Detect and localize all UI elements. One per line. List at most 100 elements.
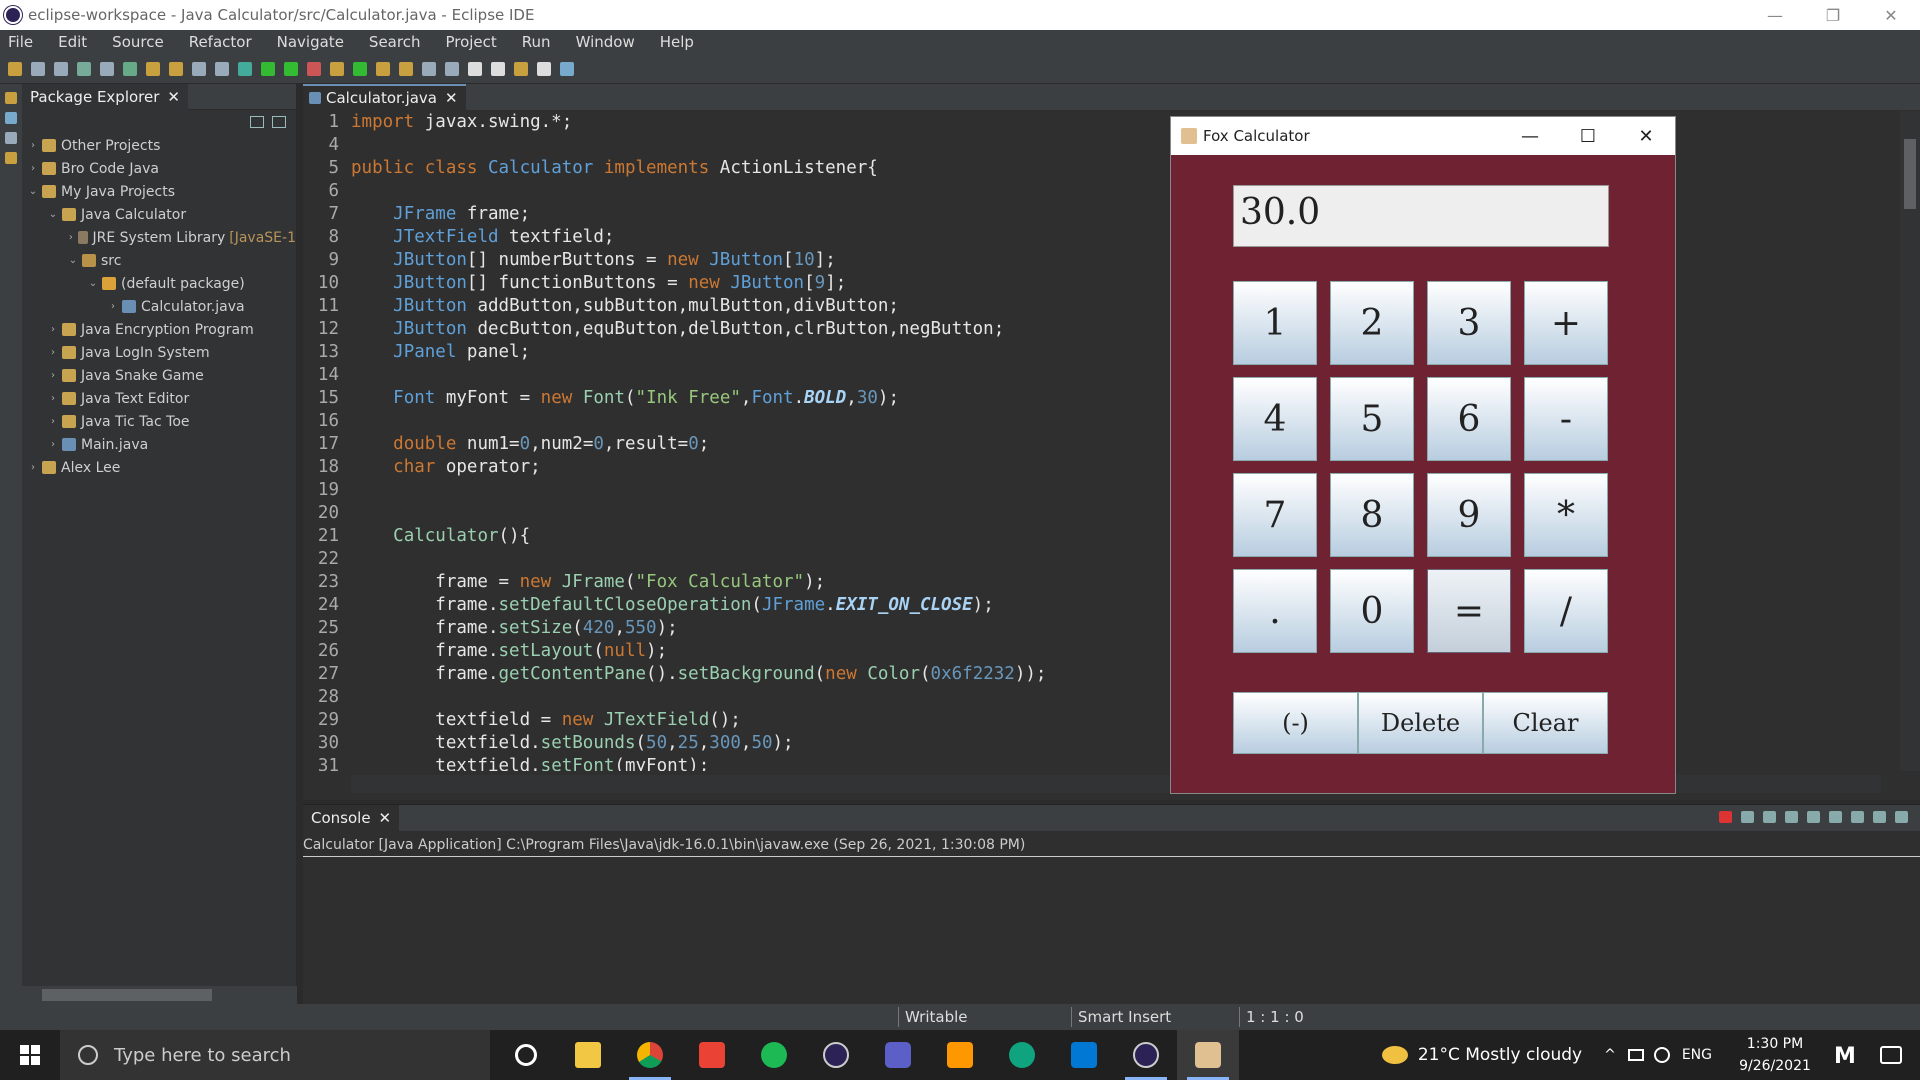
link-editor-icon[interactable] (272, 116, 286, 128)
taskbar-spotify[interactable] (743, 1030, 805, 1080)
close-tab-icon[interactable]: ✕ (445, 89, 458, 107)
tree-item[interactable]: ⌄ My Java Projects (22, 180, 296, 203)
chevron-up-icon[interactable]: ^ (1604, 1047, 1616, 1063)
tree-item[interactable]: ⌄ src (22, 249, 296, 272)
delete-button[interactable]: Delete (1358, 692, 1483, 754)
menu-refactor[interactable]: Refactor (189, 33, 252, 51)
taskbar-eclipse[interactable] (805, 1030, 867, 1080)
taskbar-cortana[interactable] (495, 1030, 557, 1080)
save-all-icon[interactable] (54, 61, 68, 76)
subtract-button[interactable]: - (1524, 377, 1608, 461)
terminal-icon[interactable] (77, 61, 91, 76)
chevron-right-icon[interactable]: › (26, 140, 40, 151)
horizontal-scrollbar[interactable] (22, 986, 297, 1004)
network-icon[interactable] (1653, 1047, 1670, 1063)
taskbar-sublime[interactable] (929, 1030, 991, 1080)
minimize-button[interactable]: — (1746, 0, 1804, 30)
tree-item[interactable]: › Java Text Editor (22, 387, 296, 410)
tree-item[interactable]: › Alex Lee (22, 456, 296, 479)
taskbar-chrome[interactable] (619, 1030, 681, 1080)
close-button[interactable]: ✕ (1862, 0, 1920, 30)
chevron-right-icon[interactable]: › (46, 416, 60, 427)
menu-help[interactable]: Help (660, 33, 694, 51)
clear-button[interactable]: Clear (1483, 692, 1608, 754)
tab-package-explorer[interactable]: Package Explorer ✕ (22, 83, 188, 110)
chevron-right-icon[interactable]: › (46, 324, 60, 335)
chevron-right-icon[interactable]: › (46, 370, 60, 381)
taskbar-gmail[interactable] (681, 1030, 743, 1080)
language-indicator[interactable]: ENG (1682, 1047, 1712, 1063)
external-tools-icon[interactable] (307, 61, 321, 76)
weather-text[interactable]: 21°C Mostly cloudy (1418, 1045, 1582, 1065)
notifications-icon[interactable] (1880, 1046, 1902, 1064)
prev-annotation-icon[interactable] (445, 61, 459, 76)
taskbar-search[interactable]: Type here to search (60, 1030, 490, 1080)
taskbar-teams[interactable] (867, 1030, 929, 1080)
clear-console-icon[interactable] (1785, 811, 1798, 823)
minimize-button[interactable]: — (1501, 117, 1559, 155)
chevron-right-icon[interactable]: › (46, 393, 60, 404)
chevron-down-icon[interactable]: ⌄ (26, 186, 40, 197)
menu-edit[interactable]: Edit (58, 33, 87, 51)
menu-source[interactable]: Source (112, 33, 164, 51)
annotation-icon[interactable] (422, 61, 436, 76)
new-icon[interactable] (8, 61, 22, 76)
outline-icon[interactable] (5, 112, 17, 124)
save-icon[interactable] (31, 61, 45, 76)
equals-button[interactable]: = (1427, 569, 1511, 653)
tab-calculator-java[interactable]: Calculator.java ✕ (303, 84, 466, 110)
button-3[interactable]: 3 (1427, 281, 1511, 365)
tab-console[interactable]: Console ✕ (303, 805, 400, 831)
toggle-icon[interactable] (100, 61, 114, 76)
chevron-right-icon[interactable]: › (106, 301, 120, 312)
show-whitespace-icon[interactable] (215, 61, 229, 76)
maximize-button[interactable]: ☐ (1559, 117, 1617, 155)
chevron-down-icon[interactable]: ⌄ (46, 209, 60, 220)
forward-nav-icon[interactable] (537, 61, 551, 76)
chevron-right-icon[interactable]: › (26, 462, 40, 473)
chevron-right-icon[interactable]: › (26, 163, 40, 174)
open-type-icon[interactable] (146, 61, 160, 76)
button-2[interactable]: 2 (1330, 281, 1414, 365)
open-task-icon[interactable] (169, 61, 183, 76)
scroll-thumb[interactable] (1904, 139, 1916, 209)
chevron-down-icon[interactable]: ⌄ (66, 255, 80, 266)
menu-file[interactable]: File (8, 33, 33, 51)
menu-search[interactable]: Search (369, 33, 421, 51)
tree-item[interactable]: › Calculator.java (22, 295, 296, 318)
tree-item[interactable]: › Java Encryption Program (22, 318, 296, 341)
taskbar-java-app[interactable] (1177, 1030, 1239, 1080)
tree-item[interactable]: › JRE System Library [JavaSE-1 (22, 226, 296, 249)
restore-icon[interactable] (5, 92, 17, 104)
word-wrap-icon[interactable] (1829, 811, 1842, 823)
coverage-icon[interactable] (284, 61, 298, 76)
skip-breakpoints-icon[interactable] (123, 61, 137, 76)
new-java-project-icon[interactable] (330, 61, 344, 76)
negate-button[interactable]: (-) (1233, 692, 1358, 754)
app-logo-icon[interactable]: M (1834, 1044, 1858, 1069)
pin-editor-icon[interactable] (560, 61, 574, 76)
close-tab-icon[interactable]: ✕ (167, 88, 180, 106)
tree-item[interactable]: › Java Snake Game (22, 364, 296, 387)
taskbar-file-explorer[interactable] (557, 1030, 619, 1080)
collapse-all-icon[interactable] (250, 116, 264, 128)
chevron-down-icon[interactable]: ⌄ (86, 278, 100, 289)
tasks-icon[interactable] (5, 152, 17, 164)
hierarchy-icon[interactable] (5, 132, 17, 144)
close-tab-icon[interactable]: ✕ (379, 809, 392, 827)
back-nav-icon[interactable] (514, 61, 528, 76)
menu-window[interactable]: Window (576, 33, 635, 51)
status-insert-mode[interactable]: Smart Insert (1078, 1008, 1171, 1026)
tree-item[interactable]: › Java LogIn System (22, 341, 296, 364)
chevron-right-icon[interactable]: › (66, 232, 76, 243)
menu-project[interactable]: Project (445, 33, 496, 51)
menu-run[interactable]: Run (522, 33, 551, 51)
remove-all-icon[interactable] (1763, 811, 1776, 823)
tree-item[interactable]: ⌄ Java Calculator (22, 203, 296, 226)
taskbar-clock[interactable]: 1:30 PM 9/26/2021 (1730, 1033, 1820, 1077)
open-folder-icon[interactable] (376, 61, 390, 76)
start-button[interactable] (0, 1030, 60, 1080)
button-0[interactable]: 0 (1330, 569, 1414, 653)
chevron-right-icon[interactable]: › (46, 347, 60, 358)
search-tool-icon[interactable] (399, 61, 413, 76)
